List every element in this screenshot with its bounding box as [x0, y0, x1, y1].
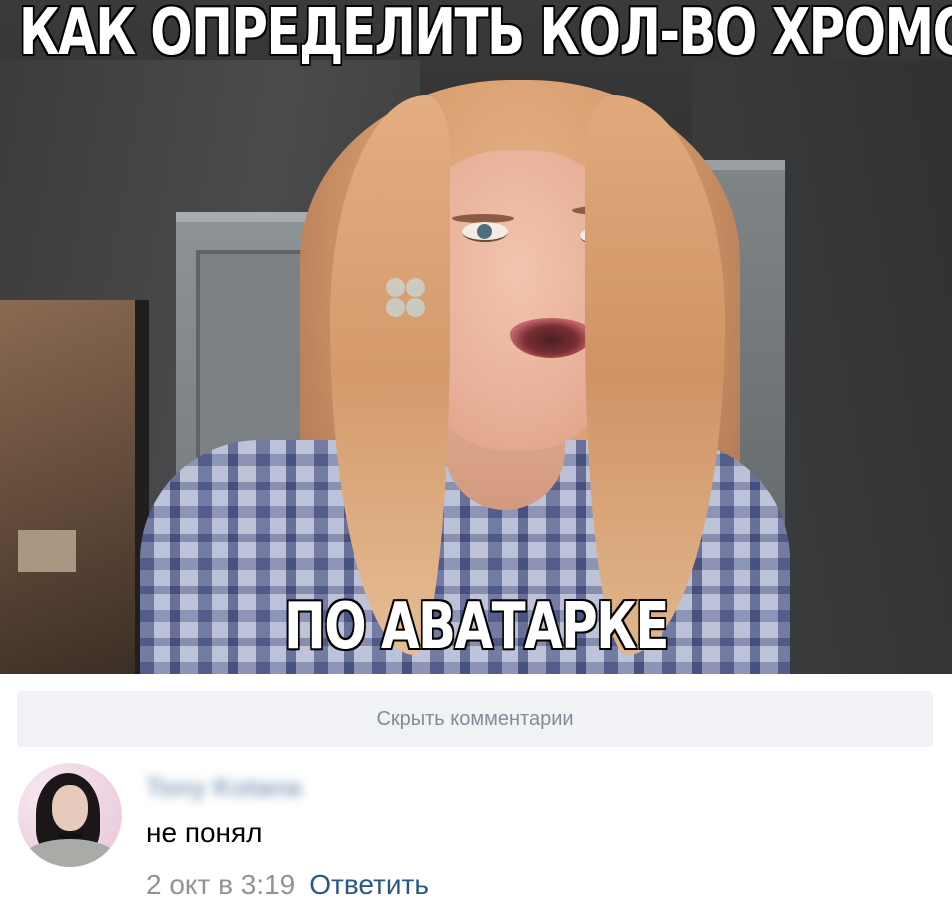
person-eye	[462, 222, 508, 242]
comment-date[interactable]: 2 окт в 3:19	[146, 869, 295, 900]
avatar[interactable]	[18, 763, 122, 867]
reply-link[interactable]: Ответить	[309, 869, 429, 900]
comment-text: не понял	[146, 817, 263, 848]
hide-comments-button[interactable]: Скрыть комментарии	[17, 691, 933, 747]
meme-top-caption: КАК ОПРЕДЕЛИТЬ КОЛ-ВО ХРОМОСОМ	[18, 0, 952, 72]
door-window	[18, 530, 76, 572]
flower-sticker-icon	[384, 276, 428, 320]
comment-author[interactable]: Tony Kotana	[146, 772, 346, 802]
meme-bottom-caption: ПО АВАТАРКЕ	[283, 589, 671, 666]
comments-section: Скрыть комментарии Tony Kotana не понял …	[0, 674, 952, 924]
door	[0, 300, 149, 674]
meme-photo: КАК ОПРЕДЕЛИТЬ КОЛ-ВО ХРОМОСОМ ПО АВАТАР…	[0, 0, 952, 674]
comment-meta: 2 окт в 3:19 Ответить	[146, 869, 429, 901]
